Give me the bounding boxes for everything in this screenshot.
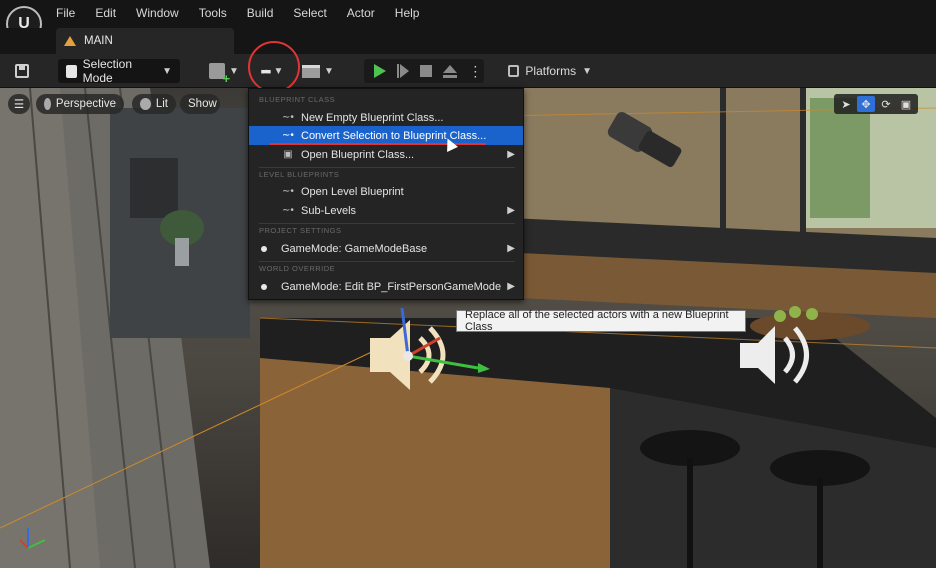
menu-window[interactable]: Window <box>136 6 179 20</box>
tab-row: MAIN <box>0 28 936 54</box>
menu-item-label: GameMode: GameModeBase <box>281 242 428 255</box>
play-controls: ⋮ <box>364 59 484 83</box>
advance-frame-icon[interactable] <box>396 64 409 78</box>
selection-mode-label: Selection Mode <box>82 57 133 85</box>
divider <box>259 261 515 262</box>
menu-item-open-level-blueprint[interactable]: ∼• Open Level Blueprint <box>249 182 523 201</box>
more-options-icon[interactable]: ⋮ <box>468 64 482 78</box>
show-button[interactable]: Show <box>180 94 220 114</box>
menu-item-label: GameMode: Edit BP_FirstPersonGameMode <box>281 280 502 293</box>
bullet-icon <box>261 283 267 290</box>
perspective-cube-icon <box>44 98 51 110</box>
chevron-right-icon: ▶ <box>507 149 515 160</box>
menu-edit[interactable]: Edit <box>95 6 116 20</box>
stop-icon[interactable] <box>419 65 432 77</box>
selection-mode-dropdown[interactable]: Selection Mode ▼ <box>58 57 180 85</box>
save-button[interactable] <box>8 59 36 83</box>
transform-tools: ➤ ✥ ⟳ ▣ <box>834 94 918 114</box>
menu-help[interactable]: Help <box>395 6 420 20</box>
platforms-label: Platforms <box>525 64 577 78</box>
menu-item-open-blueprint-class[interactable]: ▣ Open Blueprint Class... ▶ <box>249 145 523 164</box>
save-icon <box>15 64 29 78</box>
main-menu: File Edit Window Tools Build Select Acto… <box>56 6 439 20</box>
scale-icon[interactable]: ▣ <box>897 96 915 112</box>
platforms-dropdown[interactable]: Platforms ▼ <box>508 59 592 83</box>
tab-main[interactable]: MAIN <box>56 28 234 54</box>
chevron-right-icon: ▶ <box>507 205 515 216</box>
menu-tools[interactable]: Tools <box>199 6 227 20</box>
level-icon <box>64 36 76 46</box>
sub-levels-icon: ∼• <box>282 205 294 216</box>
convert-blueprint-icon: ∼• <box>282 130 294 141</box>
level-blueprint-icon: ∼• <box>282 186 294 197</box>
menu-item-label: Convert Selection to Blueprint Class... <box>301 129 487 142</box>
lit-label: Lit <box>155 98 168 110</box>
chevron-down-icon: ▼ <box>229 65 239 77</box>
lit-button[interactable]: Lit <box>132 94 176 114</box>
cinematics-button[interactable]: ▼ <box>300 59 336 83</box>
bullet-icon <box>261 245 267 252</box>
viewport-options-button[interactable]: ☰ <box>8 94 30 114</box>
menu-item-sub-levels[interactable]: ∼• Sub-Levels ▶ <box>249 201 523 220</box>
new-blueprint-icon: ∼• <box>282 112 294 123</box>
perspective-label: Perspective <box>55 98 116 110</box>
section-world-override: World Override <box>259 264 336 273</box>
perspective-button[interactable]: Perspective <box>36 94 124 114</box>
menu-item-label: Open Blueprint Class... <box>301 148 415 161</box>
chevron-down-icon: ▼ <box>162 65 172 77</box>
lit-sphere-icon <box>140 98 151 110</box>
clapperboard-icon <box>302 64 321 78</box>
blueprint-dropdown-menu: Blueprint Class ∼• New Empty Blueprint C… <box>248 88 524 300</box>
chevron-down-icon: ▼ <box>582 65 592 77</box>
divider <box>259 167 515 168</box>
menu-item-label: New Empty Blueprint Class... <box>301 111 444 124</box>
menu-item-gamemode[interactable]: GameMode: GameModeBase ▶ <box>249 239 523 258</box>
show-label: Show <box>188 98 217 110</box>
hamburger-icon: ☰ <box>13 99 25 111</box>
menu-bar: U File Edit Window Tools Build Select Ac… <box>0 0 936 42</box>
play-icon[interactable] <box>373 64 386 78</box>
add-cube-icon <box>209 63 230 86</box>
chevron-right-icon: ▶ <box>507 243 515 254</box>
divider <box>259 223 515 224</box>
section-blueprint-class: Blueprint Class <box>259 95 336 104</box>
section-level-blueprints: Level Blueprints <box>259 170 340 179</box>
tooltip: Replace all of the selected actors with … <box>456 309 746 333</box>
menu-item-label: Sub-Levels <box>301 204 357 217</box>
menu-item-gamemode-edit[interactable]: GameMode: Edit BP_FirstPersonGameMode ▶ <box>249 277 523 296</box>
menu-build[interactable]: Build <box>247 6 274 20</box>
menu-select[interactable]: Select <box>293 6 326 20</box>
tab-main-label: MAIN <box>84 35 113 47</box>
eject-icon[interactable] <box>443 64 458 78</box>
menu-actor[interactable]: Actor <box>347 6 375 20</box>
menu-item-new-empty-blueprint[interactable]: ∼• New Empty Blueprint Class... <box>249 108 523 127</box>
add-actor-button[interactable]: ▼ <box>205 59 243 86</box>
section-project-settings: Project Settings <box>259 226 342 235</box>
menu-file[interactable]: File <box>56 6 75 20</box>
select-cursor-icon[interactable]: ➤ <box>837 96 855 112</box>
move-icon[interactable]: ✥ <box>857 96 875 112</box>
chevron-down-icon: ▼ <box>324 65 334 77</box>
annotation-circle <box>248 41 300 93</box>
open-blueprint-icon: ▣ <box>283 149 293 160</box>
menu-item-label: Open Level Blueprint <box>301 185 404 198</box>
platforms-icon <box>508 65 520 77</box>
selection-mode-icon <box>66 64 77 78</box>
rotate-icon[interactable]: ⟳ <box>877 96 895 112</box>
chevron-right-icon: ▶ <box>507 281 515 292</box>
